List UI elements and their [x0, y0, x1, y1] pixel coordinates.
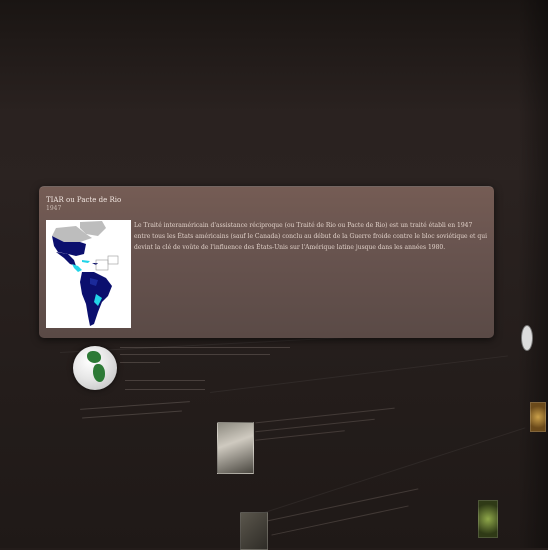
- tooltip-card: TIAR ou Pacte de Rio 1947 Le Traité inte…: [39, 186, 494, 338]
- background-text: [120, 347, 290, 348]
- tooltip-title: TIAR ou Pacte de Rio: [46, 196, 122, 204]
- globe-icon: [73, 346, 117, 390]
- background-text: [125, 380, 205, 381]
- background-text: [120, 362, 160, 363]
- americas-map-image: [46, 220, 131, 328]
- background-round-icon: [521, 325, 533, 351]
- background-text: [125, 389, 205, 390]
- background-thumbnail: [240, 512, 268, 550]
- background-top: [0, 0, 548, 190]
- background-text: [120, 354, 270, 355]
- tooltip-description: Le Traité interaméricain d'assistance ré…: [134, 222, 488, 251]
- background-thumbnail: [478, 500, 498, 538]
- background-thumbnail: [530, 402, 546, 432]
- tooltip-year: 1947: [46, 205, 62, 212]
- background-thumbnail: [217, 422, 254, 474]
- background-edge-shade: [518, 0, 548, 548]
